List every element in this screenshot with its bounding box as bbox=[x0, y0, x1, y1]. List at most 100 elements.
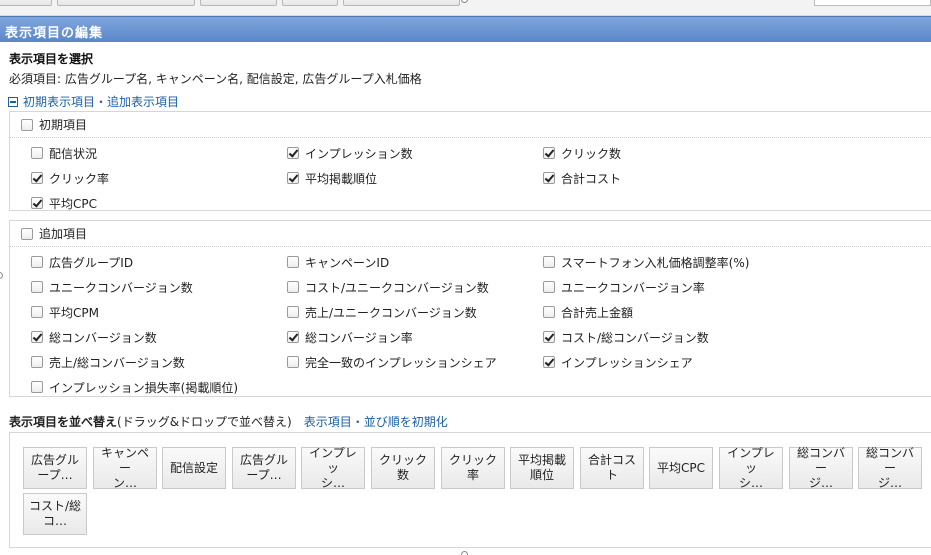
checkbox-item[interactable]: 総コンバージョン率 bbox=[287, 329, 413, 345]
checkbox-item[interactable]: 広告グループID bbox=[31, 254, 133, 270]
checkbox-label[interactable]: 配信状況 bbox=[49, 145, 97, 162]
checkbox-item[interactable]: スマートフォン入札価格調整率(%) bbox=[543, 254, 749, 270]
resize-handle-left[interactable] bbox=[0, 272, 3, 279]
checkbox[interactable] bbox=[31, 356, 43, 368]
checkbox-label[interactable]: インプレッションシェア bbox=[561, 354, 693, 371]
collapse-icon[interactable] bbox=[8, 96, 18, 107]
checkbox-item[interactable]: 平均掲載順位 bbox=[287, 170, 377, 186]
initial-items-checkbox[interactable] bbox=[21, 118, 33, 131]
checkbox[interactable] bbox=[31, 172, 43, 184]
checkbox-label[interactable]: 合計売上金額 bbox=[561, 304, 633, 321]
checkbox-item[interactable]: 配信状況 bbox=[31, 145, 97, 161]
sort-section-title: 表示項目を並べ替え (ドラッグ&ドロップで並べ替え) 表示項目・並び順を初期化 bbox=[9, 413, 448, 430]
checkbox-item[interactable]: キャンペーンID bbox=[287, 254, 389, 270]
checkbox[interactable] bbox=[543, 331, 555, 343]
checkbox-item[interactable]: クリック率 bbox=[31, 170, 109, 186]
checkbox-label[interactable]: 売上/総コンバージョン数 bbox=[49, 354, 185, 371]
checkbox-label[interactable]: 総コンバージョン数 bbox=[49, 329, 157, 346]
checkbox-item[interactable]: コスト/総コンバージョン数 bbox=[543, 329, 709, 345]
sort-chip[interactable]: 平均掲載 順位 bbox=[510, 447, 574, 489]
checkbox-label[interactable]: ユニークコンバージョン率 bbox=[561, 279, 705, 296]
checkbox-label[interactable]: クリック率 bbox=[49, 170, 109, 187]
checkbox[interactable] bbox=[287, 306, 299, 318]
checkbox[interactable] bbox=[287, 147, 299, 159]
checkbox-label[interactable]: 合計コスト bbox=[561, 170, 621, 187]
toolbar-button-4[interactable] bbox=[282, 0, 338, 6]
checkbox[interactable] bbox=[31, 381, 43, 393]
checkbox-item[interactable]: 平均CPM bbox=[31, 304, 99, 320]
checkbox-item[interactable]: 平均CPC bbox=[31, 195, 97, 211]
sort-chip[interactable]: 総コンバー ジ… bbox=[789, 446, 853, 490]
checkbox-label[interactable]: キャンペーンID bbox=[305, 254, 389, 271]
toolbar-button-5[interactable] bbox=[343, 0, 460, 6]
toolbar-button-1[interactable] bbox=[0, 0, 52, 6]
sort-chip[interactable]: インプレッ シ… bbox=[719, 446, 783, 490]
checkbox-label[interactable]: コスト/総コンバージョン数 bbox=[561, 329, 709, 346]
checkbox-item[interactable]: コスト/ユニークコンバージョン数 bbox=[287, 279, 489, 295]
checkbox[interactable] bbox=[287, 256, 299, 268]
toggle-label[interactable]: 初期表示項目・追加表示項目 bbox=[23, 93, 179, 110]
checkbox-item[interactable]: ユニークコンバージョン数 bbox=[31, 279, 193, 295]
checkbox[interactable] bbox=[543, 281, 555, 293]
sort-chip[interactable]: インプレッ シ… bbox=[301, 446, 365, 490]
checkbox-item[interactable]: インプレッション損失率(掲載順位) bbox=[31, 379, 238, 395]
toggle-initial-additional[interactable]: 初期表示項目・追加表示項目 bbox=[8, 93, 179, 110]
checkbox-item[interactable]: 完全一致のインプレッションシェア bbox=[287, 354, 497, 370]
sort-chip[interactable]: コスト/総 コ… bbox=[23, 493, 87, 535]
additional-items-checkbox[interactable] bbox=[21, 227, 33, 240]
checkbox-label[interactable]: 総コンバージョン率 bbox=[305, 329, 413, 346]
toolbar-button-2[interactable] bbox=[57, 0, 195, 6]
checkbox-label[interactable]: 平均掲載順位 bbox=[305, 170, 377, 187]
checkbox-item[interactable]: 総コンバージョン数 bbox=[31, 329, 157, 345]
checkbox-item[interactable]: インプレッション数 bbox=[287, 145, 413, 161]
search-input[interactable] bbox=[814, 0, 931, 6]
checkbox-label[interactable]: 広告グループID bbox=[49, 254, 133, 271]
sort-chip[interactable]: 平均CPC bbox=[649, 447, 713, 489]
sort-chip[interactable]: 広告グル ープ… bbox=[23, 447, 87, 489]
resize-handle-bottom[interactable] bbox=[461, 551, 468, 555]
checkbox-label[interactable]: 売上/ユニークコンバージョン数 bbox=[305, 304, 477, 321]
checkbox-label[interactable]: インプレッション損失率(掲載順位) bbox=[49, 379, 238, 396]
checkbox[interactable] bbox=[287, 331, 299, 343]
checkbox-item[interactable]: ユニークコンバージョン率 bbox=[543, 279, 705, 295]
checkbox[interactable] bbox=[31, 197, 43, 209]
checkbox-item[interactable]: クリック数 bbox=[543, 145, 621, 161]
checkbox[interactable] bbox=[543, 147, 555, 159]
sort-chip[interactable]: 広告グル ープ… bbox=[232, 447, 296, 489]
checkbox-label[interactable]: コスト/ユニークコンバージョン数 bbox=[305, 279, 489, 296]
resize-handle-top[interactable] bbox=[461, 0, 468, 3]
checkbox-item[interactable]: インプレッションシェア bbox=[543, 354, 693, 370]
checkbox[interactable] bbox=[287, 281, 299, 293]
checkbox[interactable] bbox=[543, 256, 555, 268]
checkbox[interactable] bbox=[543, 172, 555, 184]
checkbox-label[interactable]: 平均CPC bbox=[49, 195, 97, 212]
toolbar-button-3[interactable] bbox=[200, 0, 277, 6]
reset-order-link[interactable]: 表示項目・並び順を初期化 bbox=[304, 413, 448, 430]
sort-chip[interactable]: キャンペー ン… bbox=[93, 446, 157, 490]
checkbox[interactable] bbox=[287, 356, 299, 368]
sort-chip[interactable]: 総コンバー ジ… bbox=[858, 446, 922, 490]
sort-chip[interactable]: クリック数 bbox=[371, 447, 435, 489]
sort-chip[interactable]: 配信設定 bbox=[162, 447, 226, 489]
checkbox[interactable] bbox=[31, 256, 43, 268]
checkbox-label[interactable]: ユニークコンバージョン数 bbox=[49, 279, 193, 296]
checkbox[interactable] bbox=[31, 147, 43, 159]
checkbox[interactable] bbox=[31, 281, 43, 293]
checkbox-label[interactable]: クリック数 bbox=[561, 145, 621, 162]
checkbox-label[interactable]: 平均CPM bbox=[49, 304, 99, 321]
checkbox[interactable] bbox=[287, 172, 299, 184]
checkbox-item[interactable]: 合計売上金額 bbox=[543, 304, 633, 320]
sort-chip[interactable]: クリック率 bbox=[441, 447, 505, 489]
checkbox-label[interactable]: インプレッション数 bbox=[305, 145, 413, 162]
sort-chip[interactable]: 合計コスト bbox=[580, 447, 644, 489]
checkbox[interactable] bbox=[543, 356, 555, 368]
checkbox[interactable] bbox=[543, 306, 555, 318]
checkbox-label[interactable]: スマートフォン入札価格調整率(%) bbox=[561, 254, 749, 271]
sort-chip-area: 広告グル ープ… キャンペー ン… 配信設定 広告グル ープ… インプレッ シ… クリック… bbox=[9, 432, 931, 548]
checkbox-label[interactable]: 完全一致のインプレッションシェア bbox=[305, 354, 497, 371]
checkbox-item[interactable]: 売上/総コンバージョン数 bbox=[31, 354, 185, 370]
checkbox[interactable] bbox=[31, 331, 43, 343]
checkbox-item[interactable]: 売上/ユニークコンバージョン数 bbox=[287, 304, 477, 320]
checkbox[interactable] bbox=[31, 306, 43, 318]
checkbox-item[interactable]: 合計コスト bbox=[543, 170, 621, 186]
